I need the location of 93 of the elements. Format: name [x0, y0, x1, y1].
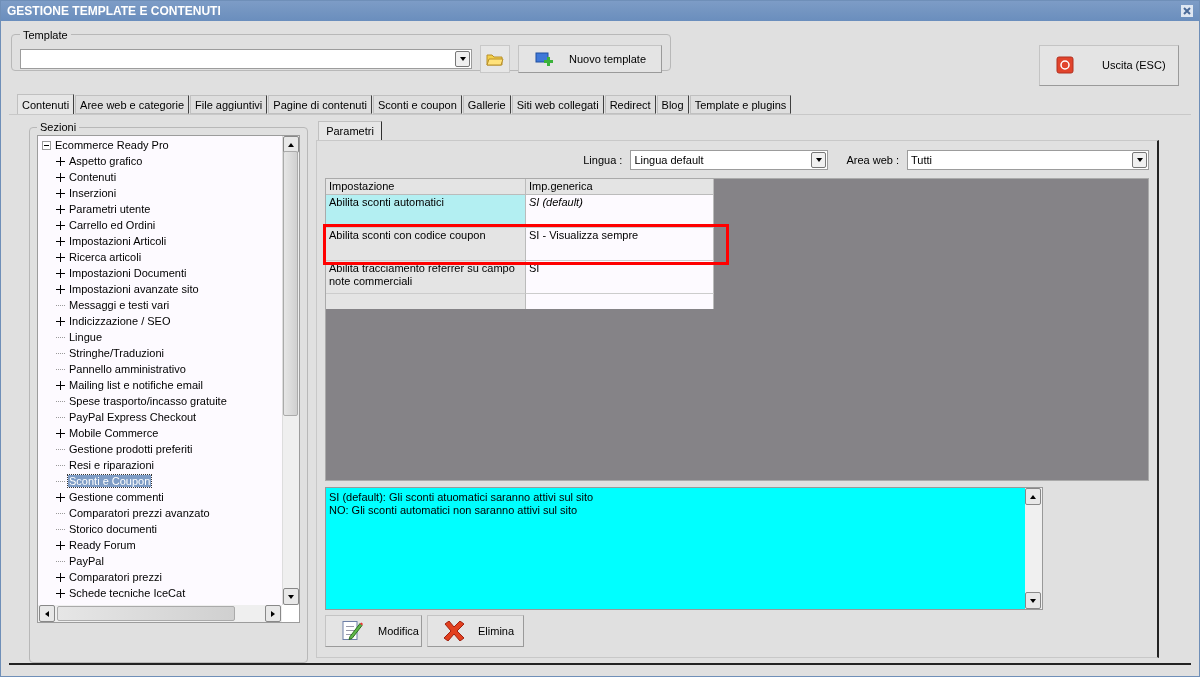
close-button[interactable] — [1180, 4, 1193, 18]
filter-dropdown[interactable]: Lingua default — [630, 149, 829, 170]
expand-icon[interactable] — [56, 428, 65, 438]
expand-icon[interactable] — [56, 172, 65, 182]
cross-icon — [444, 621, 464, 642]
delete-button[interactable]: Elimina — [427, 615, 524, 648]
power-icon — [1056, 56, 1074, 75]
tree-item[interactable]: Parametri utente — [68, 203, 152, 216]
edit-button[interactable]: Modifica — [325, 615, 422, 648]
caret-down-icon — [1135, 155, 1144, 164]
tree-item[interactable]: Schede tecniche IceCat — [68, 587, 187, 600]
tree-item[interactable]: Resi e riparazioni — [68, 459, 155, 472]
table-cell[interactable]: Abilita sconti con codice coupon — [326, 228, 526, 262]
tree-item[interactable]: Gestione commenti — [68, 491, 165, 504]
tree-item[interactable]: Inserzioni — [68, 187, 118, 200]
tab[interactable]: Blog — [656, 95, 689, 115]
tree-item[interactable]: Lingue — [68, 331, 104, 344]
tree-item[interactable]: Gestione prodotti preferiti — [68, 443, 194, 456]
tree-item[interactable]: Ecommerce Ready Pro — [54, 139, 170, 152]
caret-down-icon — [458, 54, 467, 63]
caret-down-icon — [1029, 596, 1037, 605]
table-cell[interactable]: SI (default) — [526, 195, 714, 229]
expand-icon[interactable] — [56, 492, 65, 502]
tree-item[interactable]: Impostazioni Documenti — [68, 267, 188, 280]
expand-icon[interactable] — [56, 316, 65, 326]
tree-item[interactable]: Comparatori prezzi avanzato — [68, 507, 211, 520]
window-title: GESTIONE TEMPLATE E CONTENUTI — [7, 3, 221, 18]
notepad-pencil-icon — [342, 620, 364, 643]
tab[interactable]: Redirect — [604, 95, 656, 115]
caret-right-icon — [269, 609, 277, 618]
expand-icon[interactable] — [56, 236, 65, 246]
tab[interactable]: Siti web collegati — [511, 95, 604, 115]
caret-down-icon — [287, 592, 295, 601]
tree-item[interactable]: Ready Forum — [68, 539, 137, 552]
tree-item[interactable]: PayPal Express Checkout — [68, 411, 198, 424]
tree-item[interactable]: Contenuti — [68, 171, 118, 184]
filter-label: Lingua : — [583, 153, 623, 166]
tree-item[interactable]: Impostazioni avanzate sito — [68, 283, 200, 296]
table-cell[interactable] — [526, 294, 714, 310]
tree-item[interactable]: Aspetto grafico — [68, 155, 144, 168]
vertical-scrollbar[interactable] — [1025, 488, 1042, 610]
tree-item[interactable]: Mailing list e notifiche email — [68, 379, 204, 392]
tree-item[interactable]: Comparatori prezzi — [68, 571, 163, 584]
collapse-icon[interactable] — [42, 140, 51, 150]
expand-icon[interactable] — [56, 204, 65, 214]
expand-icon[interactable] — [56, 156, 65, 166]
monitor-plus-icon — [535, 50, 555, 67]
new-template-button[interactable]: Nuovo template — [518, 44, 662, 73]
table-cell[interactable]: Abilita sconti automatici — [326, 195, 526, 229]
table-cell[interactable]: SI - Visualizza sempre — [526, 228, 714, 262]
filter-dropdown[interactable]: Tutti — [907, 149, 1149, 170]
tree-item[interactable]: Stringhe/Traduzioni — [68, 347, 165, 360]
tree-item[interactable]: Ricerca articoli — [68, 251, 143, 264]
caret-left-icon — [43, 609, 51, 618]
expand-icon[interactable] — [56, 220, 65, 230]
group-label: Sezioni — [39, 121, 78, 134]
column-header: Impostazione — [326, 179, 526, 196]
tree-item[interactable]: Carrello ed Ordini — [68, 219, 157, 232]
filter-label: Area web : — [846, 153, 899, 166]
tab[interactable]: Pagine di contenuti — [268, 95, 372, 115]
expand-icon[interactable] — [56, 588, 65, 598]
tree-item[interactable]: Spese trasporto/incasso gratuite — [68, 395, 228, 408]
tree-item[interactable]: Pannello amministrativo — [68, 363, 187, 376]
tab[interactable]: Template e plugins — [689, 95, 792, 115]
expand-icon[interactable] — [56, 252, 65, 262]
expand-icon[interactable] — [56, 540, 65, 550]
template-dropdown[interactable] — [20, 48, 472, 69]
vertical-scrollbar[interactable] — [282, 136, 299, 606]
expand-icon[interactable] — [56, 380, 65, 390]
column-header: Imp.generica — [526, 179, 714, 196]
table-cell[interactable] — [326, 294, 526, 310]
group-label: Template — [22, 28, 69, 41]
tree-item[interactable]: PayPal — [68, 555, 105, 568]
tree-item[interactable]: Impostazioni Articoli — [68, 235, 168, 248]
tree-item[interactable]: Indicizzazione / SEO — [68, 315, 172, 328]
horizontal-scrollbar[interactable] — [38, 605, 282, 623]
tree-item[interactable]: Messaggi e testi vari — [68, 299, 171, 312]
expand-icon[interactable] — [56, 268, 65, 278]
description-line: SI (default): Gli sconti atuomatici saranno attivi sul sito — [329, 491, 595, 505]
exit-button[interactable]: Uscita (ESC) — [1039, 44, 1179, 86]
tab[interactable]: Aree web e categorie — [75, 95, 190, 115]
tab[interactable]: Gallerie — [462, 95, 511, 115]
tree-item[interactable]: Mobile Commerce — [68, 427, 160, 440]
description-line: NO: Gli sconti automatici non saranno attivi sul sito — [329, 504, 579, 518]
tab[interactable]: Contenuti — [17, 94, 75, 115]
tree-item[interactable]: Storico documenti — [68, 523, 159, 536]
expand-icon[interactable] — [56, 572, 65, 582]
tab[interactable]: Sconti e coupon — [372, 95, 462, 115]
tab[interactable]: File aggiuntivi — [190, 95, 268, 115]
caret-down-icon — [814, 155, 823, 164]
expand-icon[interactable] — [56, 284, 65, 294]
tab[interactable]: Parametri — [318, 121, 382, 141]
expand-icon[interactable] — [56, 188, 65, 198]
